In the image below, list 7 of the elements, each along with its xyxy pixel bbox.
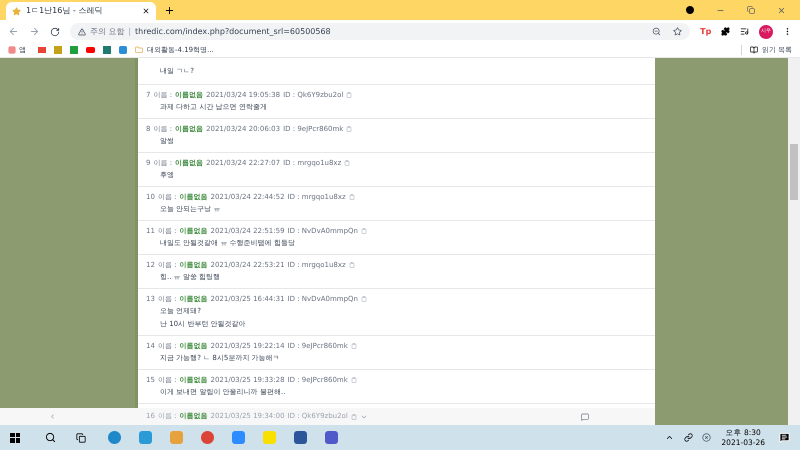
separator: | bbox=[128, 26, 132, 38]
browser-tab[interactable]: 1ㄷ1난16님 - 스레딕 bbox=[6, 2, 156, 20]
address-bar[interactable]: 주의 요함 | thredic.com/index.php?document_srl=60500568 bbox=[70, 23, 690, 40]
security-warning: 주의 요함 bbox=[90, 26, 124, 38]
tab-title: 1ㄷ1난16님 - 스레딕 bbox=[26, 5, 104, 17]
extension-button[interactable]: Tp bbox=[700, 26, 712, 38]
url-text: thredic.com/index.php?document_srl=60500568 bbox=[135, 26, 332, 38]
